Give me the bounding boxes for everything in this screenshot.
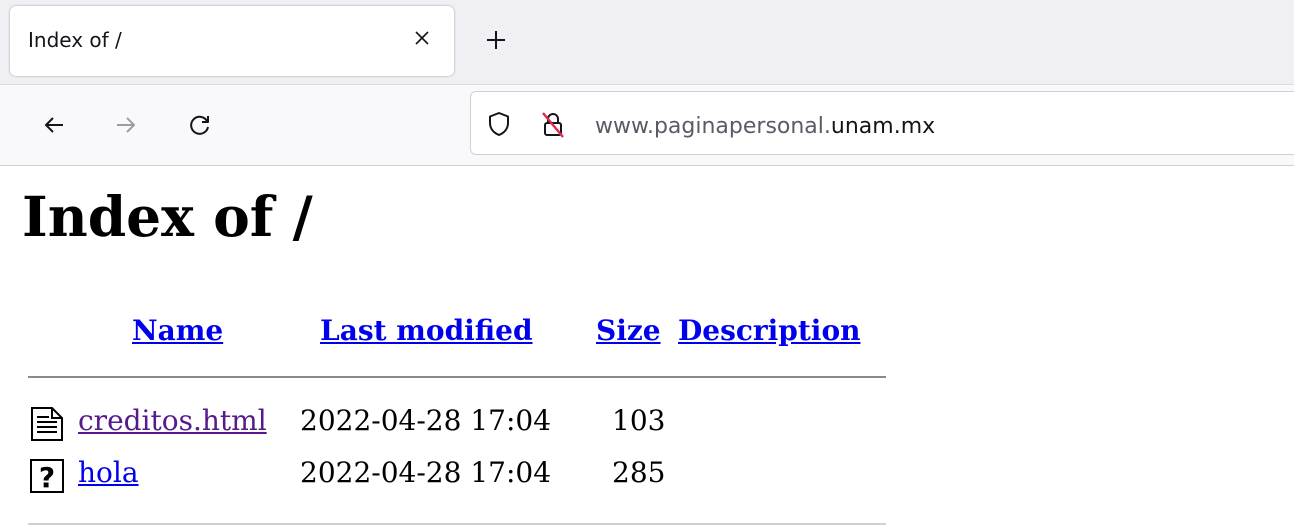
top-divider [28, 376, 886, 378]
insecure-lock-icon[interactable] [537, 108, 569, 140]
tab-strip: Index of / [0, 0, 1294, 84]
file-size: 103 [612, 404, 666, 437]
url-domain: unam.mx [830, 114, 936, 139]
url-text[interactable]: www.paginapersonal.unam.mx [595, 114, 935, 139]
new-tab-icon[interactable] [480, 24, 512, 56]
column-header-description[interactable]: Description [678, 314, 860, 347]
file-row: creditos.html 2022-04-28 17:04 103 [0, 404, 900, 444]
url-prefix: www.paginapersonal. [595, 114, 831, 139]
active-tab[interactable]: Index of / [10, 6, 454, 76]
forward-arrow-icon[interactable] [110, 109, 142, 141]
column-header-last-modified[interactable]: Last modified [320, 314, 533, 347]
url-bar[interactable]: www.paginapersonal.unam.mx [470, 91, 1294, 155]
page-content: Index of / Name Last modified Size Descr… [0, 166, 1294, 525]
file-size: 285 [612, 456, 666, 489]
back-arrow-icon[interactable] [38, 109, 70, 141]
close-tab-icon[interactable] [406, 22, 438, 54]
page-heading: Index of / [22, 184, 313, 249]
file-name-link[interactable]: creditos.html [78, 404, 267, 437]
reload-icon[interactable] [184, 109, 216, 141]
tab-title: Index of / [28, 28, 122, 52]
file-modified: 2022-04-28 17:04 [300, 404, 552, 437]
navigation-toolbar: www.paginapersonal.unam.mx [0, 84, 1294, 166]
file-row: ? hola 2022-04-28 17:04 285 [0, 456, 900, 496]
svg-text:?: ? [39, 461, 55, 494]
text-file-icon [28, 406, 68, 442]
column-header-name[interactable]: Name [132, 314, 223, 347]
file-name-link[interactable]: hola [78, 456, 139, 489]
column-header-size[interactable]: Size [596, 314, 661, 347]
file-modified: 2022-04-28 17:04 [300, 456, 552, 489]
tracking-shield-icon[interactable] [485, 110, 513, 138]
unknown-file-icon: ? [28, 458, 68, 494]
